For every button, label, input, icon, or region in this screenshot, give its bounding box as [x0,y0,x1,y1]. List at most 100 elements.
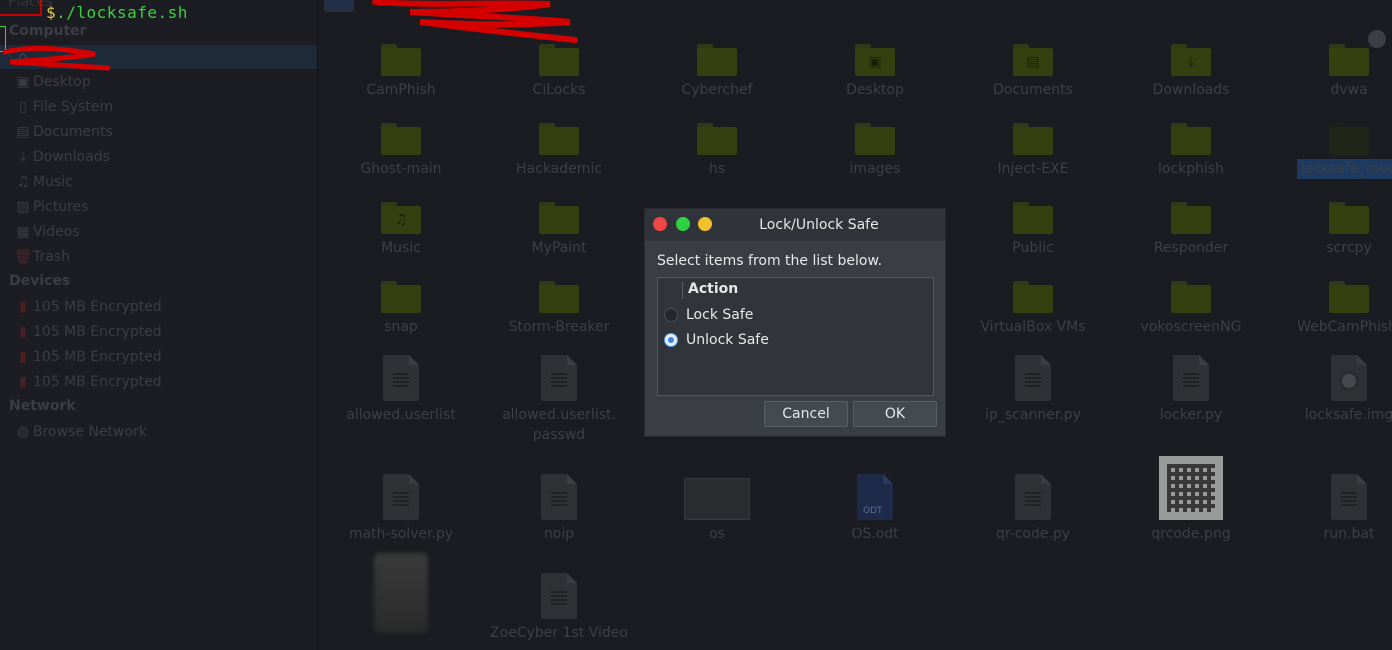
file-item[interactable]: locker.py [1116,355,1266,425]
file-item[interactable]: Inject-EXE [958,123,1108,179]
file-name: Ghost-main [360,161,442,177]
file-item[interactable]: images [800,123,950,179]
option-label: Unlock Safe [686,332,769,348]
folder-icon [539,281,579,313]
sidebar-item-label: Videos [33,224,80,240]
sidebar-item-label: File System [33,99,114,115]
file-item[interactable]: ▤ Documents [958,44,1108,100]
folder-icon [1329,202,1369,234]
sidebar-item-downloads[interactable]: ⤓ Downloads [16,146,306,168]
file-item[interactable]: snap [326,281,476,337]
image-thumbnail-icon [684,478,750,520]
sidebar-item-label: 105 MB Encrypted [33,374,162,390]
file-name: dvwa [1330,82,1368,98]
qr-code-thumbnail [1159,456,1223,520]
file-item[interactable]: qr-code.py [958,474,1108,544]
file-item[interactable]: Responder [1116,202,1266,258]
folder-icon: ▤ [1013,44,1053,76]
document-icon: ▤ [16,124,30,140]
file-item[interactable]: allowed.userlist [326,355,476,425]
file-name: images [849,161,901,177]
file-item[interactable] [326,553,476,633]
sidebar-item-file-system[interactable]: ▯ File System [16,96,306,118]
file-item[interactable]: lockphish [1116,123,1266,179]
file-item[interactable]: Cyberchef [642,44,792,100]
file-item[interactable]: ⤓ Downloads [1116,44,1266,100]
folder-icon [381,123,421,155]
file-item[interactable]: vokoscreenNG [1116,281,1266,337]
file-item[interactable]: dvwa [1274,44,1392,100]
file-item[interactable]: os [642,474,792,544]
file-item[interactable]: noip [484,474,634,544]
file-item[interactable]: run.bat [1274,474,1392,544]
redaction-scribble [2,45,111,71]
file-name: math-solver.py [348,526,454,542]
sidebar-item-browse-network[interactable]: ◍ Browse Network [16,421,306,443]
file-item[interactable]: allowed.userlist. passwd [484,355,634,445]
action-list: Action Lock Safe Unlock Safe [657,277,934,396]
sidebar-item-music[interactable]: ♫ Music [16,171,306,193]
file-item[interactable]: ♫ Music [326,202,476,258]
cancel-button[interactable]: Cancel [764,401,848,427]
file-item[interactable]: ip_scanner.py [958,355,1108,425]
file-name: Inject-EXE [997,161,1069,177]
file-item[interactable]: math-solver.py [326,474,476,544]
file-item[interactable]: ▣ Desktop [800,44,950,100]
sidebar-item-desktop[interactable]: ▣ Desktop [16,71,306,93]
sidebar-item-device[interactable]: ▮ 105 MB Encrypted [16,371,306,393]
file-item[interactable]: VirtualBox VMs [958,281,1108,337]
option-unlock-safe[interactable]: Unlock Safe [658,328,933,352]
file-name: WebCamPhishi [1297,319,1392,335]
file-item[interactable]: WebCamPhishi [1274,281,1392,337]
list-header: Action [658,278,933,302]
file-item[interactable]: MyPaint [484,202,634,258]
folder-icon [381,44,421,76]
toolbar-button[interactable] [324,0,354,12]
folder-icon [539,44,579,76]
folder-icon [1171,202,1211,234]
lock-unlock-dialog: Lock/Unlock Safe Select items from the l… [645,209,945,436]
sidebar-item-videos[interactable]: ▦ Videos [16,221,306,243]
file-name: OS.odt [851,526,899,542]
file-item[interactable]: hs [642,123,792,179]
file-name: vokoscreenNG [1140,319,1242,335]
folder-icon: ⤓ [1171,44,1211,76]
sidebar-item-pictures[interactable]: ▨ Pictures [16,196,306,218]
sidebar-item-trash[interactable]: 🗑 Trash [14,246,306,268]
file-name: locksafe.img [1304,407,1392,423]
option-lock-safe[interactable]: Lock Safe [658,303,933,327]
file-item[interactable]: Public [958,202,1108,258]
file-item[interactable]: CamPhish [326,44,476,100]
file-item[interactable]: qrcode.png [1116,456,1266,544]
sidebar-item-label: Documents [33,124,113,140]
file-item[interactable]: Hackademic [484,123,634,179]
file-item[interactable]: Storm-Breaker [484,281,634,337]
file-item[interactable]: locksafe.img [1274,355,1392,425]
terminal-command: ./locksafe.sh [56,3,188,22]
file-item[interactable]: CiLocks [484,44,634,100]
file-item[interactable]: ZoeCyber 1st Video [484,573,634,643]
file-name: CiLocks [532,82,586,98]
globe-icon: ◍ [16,424,30,440]
file-item[interactable]: scrcpy [1274,202,1392,258]
file-name: ip_scanner.py [985,407,1081,423]
sidebar-item-device[interactable]: ▮ 105 MB Encrypted [16,346,306,368]
sidebar-item-documents[interactable]: ▤ Documents [16,121,306,143]
file-item[interactable]: ODT OS.odt [800,474,950,544]
encrypted-drive-icon: ▮ [19,324,27,340]
document-icon [1015,355,1051,401]
file-name: CamPhish [366,82,436,98]
radio-button[interactable] [664,308,678,322]
folder-icon [1171,123,1211,155]
column-header-action[interactable]: Action [688,281,738,297]
file-name: Cyberchef [681,82,753,98]
document-icon [541,474,577,520]
dialog-title: Lock/Unlock Safe [759,217,879,233]
file-item[interactable]: Ghost-main [326,123,476,179]
ok-button[interactable]: OK [853,401,937,427]
encrypted-drive-icon: ▮ [19,299,27,315]
sidebar-item-device[interactable]: ▮ 105 MB Encrypted [16,296,306,318]
radio-button[interactable] [664,333,678,347]
sidebar-item-device[interactable]: ▮ 105 MB Encrypted [16,321,306,343]
file-item[interactable]: locksafe_mou [1274,123,1392,179]
